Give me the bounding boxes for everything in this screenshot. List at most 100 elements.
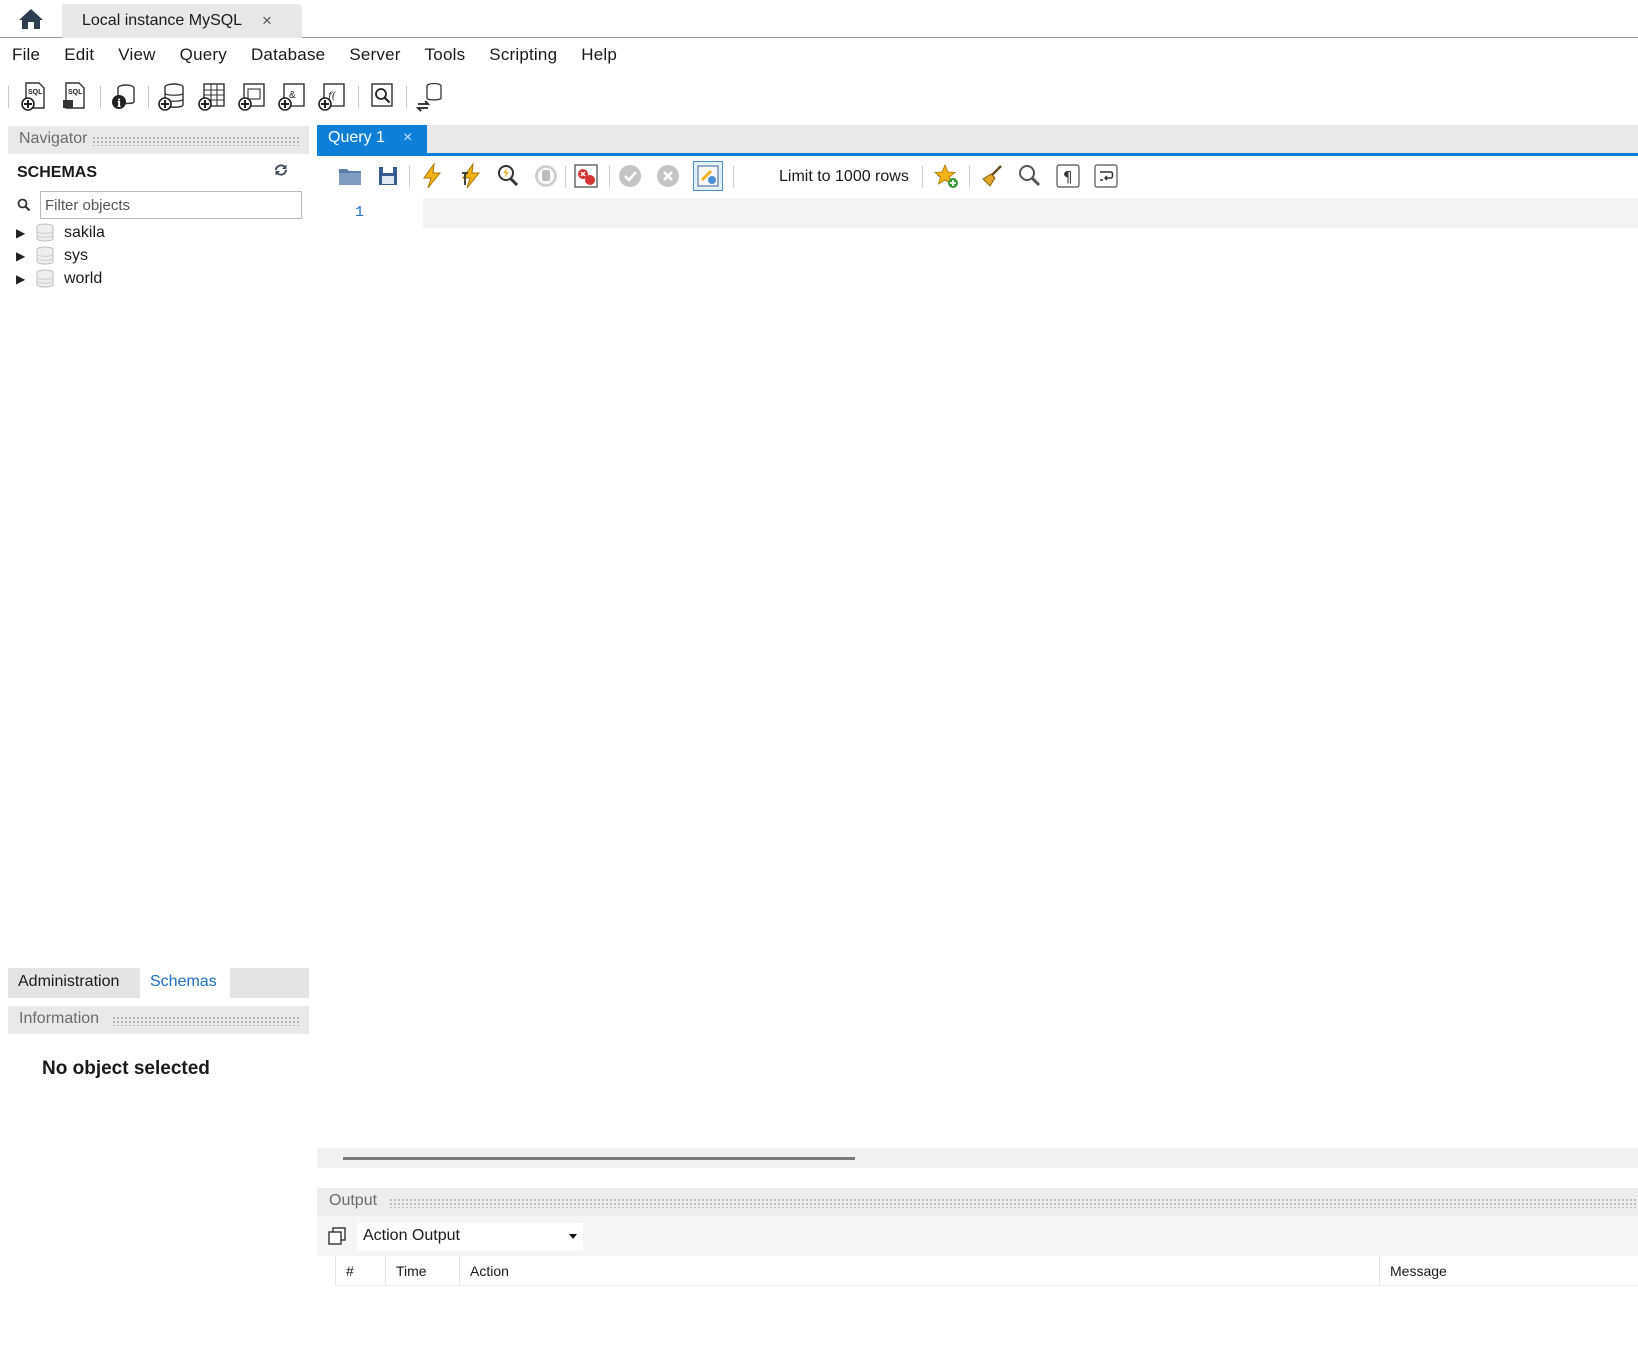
menu-query[interactable]: Query [180,45,227,65]
output-title: Output [329,1192,378,1209]
search-icon [1019,165,1041,187]
menu-database[interactable]: Database [251,45,325,65]
rollback-button[interactable] [653,161,683,191]
schema-name: sys [64,247,88,264]
create-function-button[interactable]: f( [316,80,348,112]
schema-name: sakila [64,224,105,241]
copy-icon[interactable] [327,1226,347,1251]
create-function-icon: f( [318,83,345,111]
explain-button[interactable] [493,161,523,191]
tab-schemas[interactable]: Schemas [140,968,230,998]
create-view-button[interactable] [236,80,268,112]
output-mode-select[interactable]: Action Output [357,1223,583,1251]
svg-text:¶: ¶ [1063,168,1073,186]
menu-edit[interactable]: Edit [64,45,94,65]
connection-tab[interactable]: Local instance MySQL × [62,4,302,38]
reconnect-icon [415,82,442,112]
menu-help[interactable]: Help [581,45,617,65]
home-button[interactable] [16,6,46,32]
output-header: Output [317,1188,1638,1216]
toggle-stop-on-error-button[interactable] [571,161,601,191]
home-icon [19,9,43,29]
connection-tab-strip: Local instance MySQL × [0,0,1638,38]
schema-tree-item[interactable]: ▶ sakila [16,222,105,244]
reconnect-button[interactable] [414,80,446,112]
expand-arrow-icon[interactable]: ▶ [16,272,34,286]
filter-objects-input[interactable] [40,191,302,219]
autocommit-icon [697,165,719,187]
expand-arrow-icon[interactable]: ▶ [16,226,34,240]
database-icon [36,269,54,288]
commit-button[interactable] [615,161,645,191]
svg-text:i: i [117,97,121,110]
stop-button[interactable] [531,161,561,191]
lightning-icon [423,162,442,189]
panel-grip [112,1016,301,1026]
folder-icon [339,169,361,185]
column-header-message[interactable]: Message [1379,1256,1638,1286]
create-procedure-icon: & [278,83,305,111]
search-table-icon [371,83,393,107]
close-icon[interactable]: × [262,11,272,31]
beautify-button[interactable] [977,161,1007,191]
stop-hand-icon [535,165,557,187]
find-button[interactable] [1015,161,1045,191]
svg-text:&: & [289,90,296,101]
schemas-title: SCHEMAS [17,164,98,181]
tab-query-1[interactable]: Query 1 × [317,125,427,153]
search-table-data-button[interactable] [366,80,398,112]
information-title: Information [19,1010,100,1027]
autocommit-toggle-button[interactable] [693,161,723,191]
close-icon[interactable]: × [403,129,412,147]
schema-tree-item[interactable]: ▶ sys [16,245,88,267]
create-schema-button[interactable] [156,80,188,112]
navigator-title: Navigator [19,130,88,147]
editor-line: 1 [317,198,1638,228]
column-header-time[interactable]: Time [385,1256,459,1286]
create-table-button[interactable] [196,80,228,112]
word-wrap-icon [1094,164,1118,188]
horizontal-scrollbar[interactable] [317,1148,1638,1168]
editor-tab-bar: Query 1 × [317,125,1638,156]
execute-statement-button[interactable] [455,161,485,191]
refresh-icon[interactable] [272,162,290,183]
execute-all-button[interactable] [417,161,447,191]
inspector-button[interactable]: i [108,80,140,112]
column-header-number[interactable]: # [335,1256,385,1286]
add-snippet-button[interactable] [931,161,961,191]
schema-tree-item[interactable]: ▶ world [16,268,102,290]
open-script-button[interactable] [335,161,365,191]
menu-bar: File Edit View Query Database Server Too… [0,39,1638,71]
new-sql-tab-button[interactable]: SQL [18,80,50,112]
create-procedure-button[interactable]: & [276,80,308,112]
navigator-sidebar: Navigator SCHEMAS ▶ sakila ▶ sys [8,126,309,1363]
column-header-action[interactable]: Action [459,1256,1379,1286]
schema-name: world [64,270,103,287]
cancel-circle-icon [657,165,679,187]
grid-header: # Time Action Message [335,1256,1638,1286]
toggle-word-wrap-button[interactable] [1091,161,1121,191]
check-icon [619,165,641,187]
create-view-icon [238,83,265,111]
toggle-invisible-chars-button[interactable]: ¶ [1053,161,1083,191]
lightning-cursor-icon [462,162,481,189]
connection-tab-label: Local instance MySQL [82,12,243,29]
sql-editor[interactable]: 1 [317,198,1638,1168]
menu-scripting[interactable]: Scripting [489,45,557,65]
open-sql-file-button[interactable]: SQL [58,80,90,112]
menu-view[interactable]: View [118,45,155,65]
menu-server[interactable]: Server [349,45,400,65]
menu-file[interactable]: File [12,45,40,65]
menu-tools[interactable]: Tools [425,45,466,65]
tab-administration[interactable]: Administration [8,968,140,998]
current-line-highlight[interactable] [423,198,1638,228]
scrollbar-thumb[interactable] [343,1157,855,1160]
pilcrow-icon: ¶ [1056,164,1080,188]
main-toolbar: SQL SQL i & f( [0,72,1638,118]
expand-arrow-icon[interactable]: ▶ [16,249,34,263]
create-schema-icon [158,83,184,111]
save-script-button[interactable] [373,161,403,191]
output-mode-value: Action Output [363,1227,460,1244]
explain-magnifier-icon [498,165,519,187]
query-tab-label: Query 1 [328,129,385,146]
